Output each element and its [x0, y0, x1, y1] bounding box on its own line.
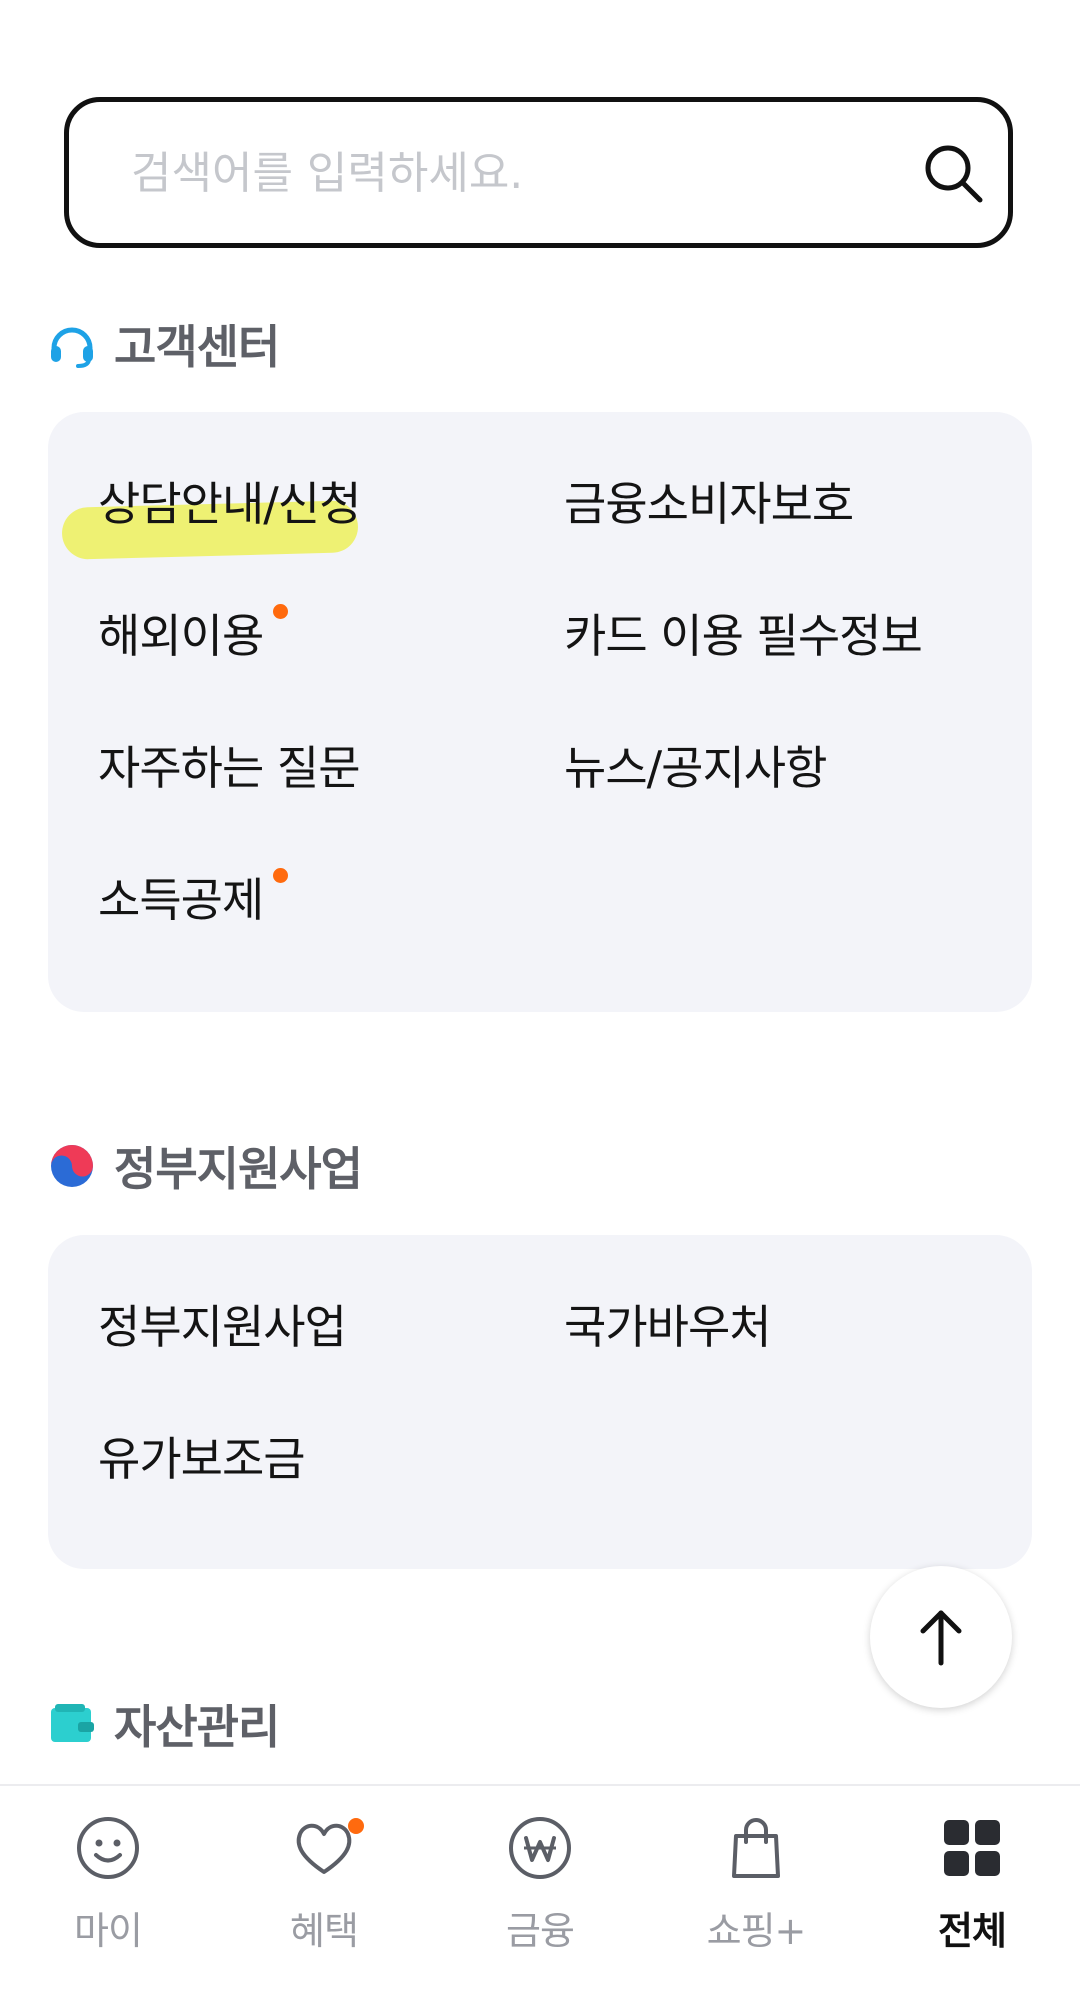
menu-item-news[interactable]: 뉴스/공지사항	[564, 732, 827, 798]
section-title: 고객센터	[114, 320, 280, 374]
section-title: 정부지원사업	[114, 1142, 363, 1196]
menu-item-overseas-use[interactable]: 해외이용	[98, 600, 289, 666]
government-card: 정부지원사업 국가바우처 유가보조금	[48, 1235, 1032, 1569]
grid-icon	[944, 1820, 1000, 1876]
section-header-asset: 자산관리	[48, 1694, 280, 1754]
bottom-nav: 마이 혜택 금융 쇼핑+ 전체	[0, 1784, 1080, 1990]
nav-item-finance[interactable]: 금융	[432, 1814, 648, 1964]
scroll-top-button[interactable]	[870, 1566, 1012, 1708]
nav-item-shopping[interactable]: 쇼핑+	[648, 1814, 864, 1964]
page: 고객센터 상담안내/신청 금융소비자보호 해외이용 카드 이용 필수정보 자주하…	[0, 0, 1080, 1990]
menu-item-government-support[interactable]: 정부지원사업	[98, 1291, 347, 1357]
wallet-icon	[51, 1704, 94, 1742]
smile-icon	[77, 1817, 139, 1879]
new-dot	[273, 868, 289, 883]
arrow-up-icon	[920, 1610, 962, 1666]
customer-center-card: 상담안내/신청 금융소비자보호 해외이용 카드 이용 필수정보 자주하는 질문 …	[48, 412, 1032, 1012]
headset-icon	[51, 327, 93, 368]
taegeuk-icon	[51, 1145, 93, 1187]
section-title: 자산관리	[114, 1700, 280, 1754]
nav-item-all[interactable]: 전체	[864, 1814, 1080, 1964]
new-dot	[273, 604, 289, 619]
nav-item-my[interactable]: 마이	[0, 1814, 216, 1964]
notification-dot	[348, 1818, 364, 1834]
section-header-government: 정부지원사업	[48, 1136, 363, 1196]
nav-item-benefits[interactable]: 혜택	[216, 1814, 432, 1964]
menu-item-faq[interactable]: 자주하는 질문	[98, 732, 361, 798]
section-header-customer-center: 고객센터	[48, 314, 280, 374]
search-icon[interactable]	[918, 138, 990, 210]
menu-item-national-voucher[interactable]: 국가바우처	[564, 1291, 772, 1357]
shopping-bag-icon	[732, 1818, 780, 1878]
search-input[interactable]	[129, 102, 873, 245]
menu-item-consultation[interactable]: 상담안내/신청	[98, 468, 361, 534]
menu-item-tax-deduction[interactable]: 소득공제	[98, 864, 289, 930]
won-icon	[509, 1817, 571, 1879]
search-bar[interactable]	[64, 97, 1013, 248]
menu-item-consumer-protection[interactable]: 금융소비자보호	[564, 468, 854, 534]
menu-item-fuel-subsidy[interactable]: 유가보조금	[98, 1423, 306, 1489]
menu-item-card-info[interactable]: 카드 이용 필수정보	[564, 600, 923, 666]
